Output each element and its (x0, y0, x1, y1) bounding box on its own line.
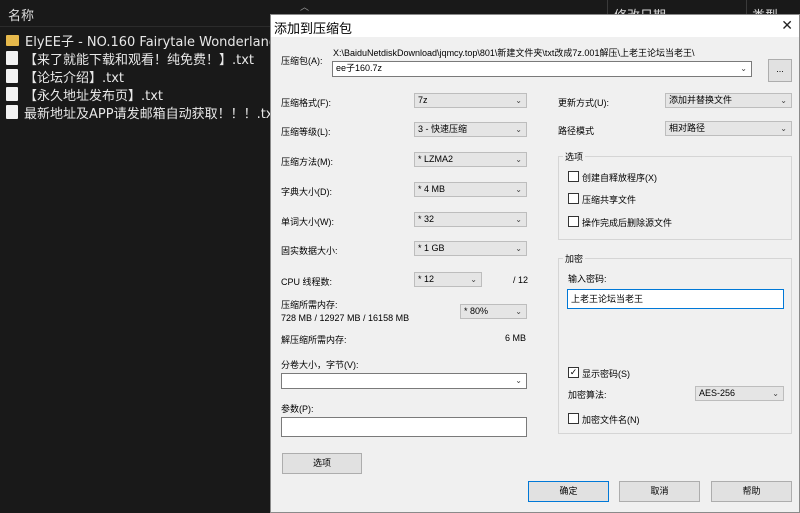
split-size-select[interactable]: ⌄ (281, 373, 527, 389)
dialog-titlebar[interactable]: 添加到压缩包 ✕ (271, 15, 799, 37)
update-value: 添加并替换文件 (669, 95, 733, 105)
shared-checkbox[interactable] (568, 193, 579, 204)
solid-select[interactable]: * 1 GB ⌄ (414, 241, 527, 256)
encrypt-names-checkbox[interactable] (568, 413, 579, 424)
close-icon[interactable]: ✕ (781, 17, 793, 34)
level-label: 压缩等级(L): (281, 127, 331, 137)
add-to-archive-dialog: 添加到压缩包 ✕ 压缩包(A): X:\BaiduNetdiskDownload… (270, 14, 800, 513)
password-input[interactable]: 上老王论坛当老王 (567, 289, 784, 309)
file-row[interactable]: 【永久地址发布页】.txt (6, 85, 164, 104)
browse-button[interactable]: ... (768, 59, 792, 82)
file-name: 最新地址及APP请发邮箱自动获取！！！.txt (24, 106, 279, 122)
sfx-checkbox-label: 创建自释放程序(X) (582, 173, 657, 183)
chevron-down-icon: ⌄ (780, 96, 787, 105)
chevron-down-icon: ⌄ (740, 64, 747, 73)
chevron-down-icon: ⌄ (515, 215, 522, 224)
mem-percent-value: * 80% (464, 306, 489, 316)
chevron-down-icon: ⌄ (515, 376, 522, 385)
mem-percent-select[interactable]: * 80% ⌄ (460, 304, 527, 319)
enc-method-select[interactable]: AES-256 ⌄ (695, 386, 784, 401)
show-password-checkbox[interactable]: ✓ (568, 367, 579, 378)
format-label: 压缩格式(F): (281, 98, 331, 108)
path-mode-label: 路径模式 (558, 126, 595, 136)
enc-method-value: AES-256 (699, 388, 736, 398)
archive-name-value: ee子160.7z (336, 63, 383, 73)
chevron-down-icon: ⌄ (772, 389, 779, 398)
dict-value: * 4 MB (418, 184, 446, 194)
params-input[interactable] (281, 417, 527, 437)
text-file-icon (6, 69, 18, 83)
threads-value: * 12 (418, 274, 435, 284)
mem-decomp-label: 解压缩所需内存: (281, 335, 347, 345)
enc-method-label: 加密算法: (568, 390, 607, 400)
solid-value: * 1 GB (418, 243, 445, 253)
word-label: 单词大小(W): (281, 217, 334, 227)
ok-button[interactable]: 确定 (528, 481, 609, 502)
folder-icon (6, 34, 19, 46)
mem-comp-label: 压缩所需内存: (281, 300, 338, 310)
solid-label: 固实数据大小: (281, 246, 338, 256)
word-value: * 32 (418, 214, 435, 224)
update-select[interactable]: 添加并替换文件 ⌄ (665, 93, 792, 108)
delete-after-checkbox-label: 操作完成后删除源文件 (582, 218, 673, 228)
delete-after-checkbox[interactable] (568, 216, 579, 227)
chevron-down-icon: ⌄ (515, 155, 522, 164)
level-select[interactable]: 3 - 快速压缩 ⌄ (414, 122, 527, 137)
dialog-title: 添加到压缩包 (274, 21, 353, 36)
column-header-name[interactable]: 名称 (8, 5, 34, 24)
options-button[interactable]: 选项 (282, 453, 362, 474)
path-mode-select[interactable]: 相对路径 ⌄ (665, 121, 792, 136)
archive-name-field[interactable]: ee子160.7z ⌄ (332, 61, 752, 77)
encrypt-names-label: 加密文件名(N) (582, 415, 640, 425)
mem-comp-value: 728 MB / 12927 MB / 16158 MB (281, 313, 410, 323)
options-group-title: 选项 (563, 150, 586, 163)
method-label: 压缩方法(M): (281, 157, 333, 167)
text-file-icon (6, 87, 18, 101)
method-value: * LZMA2 (418, 154, 454, 164)
chevron-down-icon: ⌄ (515, 185, 522, 194)
sfx-checkbox[interactable] (568, 171, 579, 182)
format-value: 7z (418, 95, 428, 105)
sort-chevron-icon: ︿ (300, 3, 310, 13)
chevron-down-icon: ⌄ (515, 96, 522, 105)
file-name: 【永久地址发布页】.txt (24, 88, 164, 104)
encryption-group-title: 加密 (563, 252, 586, 265)
file-row[interactable]: 【论坛介绍】.txt (6, 67, 125, 86)
file-row[interactable]: 最新地址及APP请发邮箱自动获取！！！.txt (6, 103, 279, 122)
chevron-down-icon: ⌄ (515, 125, 522, 134)
dict-label: 字典大小(D): (281, 187, 332, 197)
split-label: 分卷大小，字节(V): (281, 360, 359, 370)
chevron-down-icon: ⌄ (515, 244, 522, 253)
cancel-button[interactable]: 取消 (619, 481, 700, 502)
threads-select[interactable]: * 12 ⌄ (414, 272, 482, 287)
file-name: ElyEE子 - NO.160 Fairytale Wonderland 童 (25, 34, 295, 50)
method-select[interactable]: * LZMA2 ⌄ (414, 152, 527, 167)
chevron-down-icon: ⌄ (780, 124, 787, 133)
file-row[interactable]: ElyEE子 - NO.160 Fairytale Wonderland 童 (6, 31, 295, 50)
update-label: 更新方式(U): (558, 98, 609, 108)
dict-select[interactable]: * 4 MB ⌄ (414, 182, 527, 197)
params-label: 参数(P): (281, 404, 314, 414)
chevron-down-icon: ⌄ (470, 275, 477, 284)
path-mode-value: 相对路径 (669, 123, 706, 133)
file-row[interactable]: 【来了就能下载和观看！纯免费！】.txt (6, 49, 255, 68)
archive-path: X:\BaiduNetdiskDownload\jqmcy.top\801\新建… (333, 48, 695, 58)
text-file-icon (6, 51, 18, 65)
show-password-label: 显示密码(S) (582, 369, 630, 379)
word-select[interactable]: * 32 ⌄ (414, 212, 527, 227)
threads-total: / 12 (513, 275, 529, 285)
file-name: 【来了就能下载和观看！纯免费！】.txt (24, 52, 255, 68)
level-value: 3 - 快速压缩 (418, 124, 468, 134)
password-label: 输入密码: (568, 274, 607, 284)
text-file-icon (6, 105, 18, 119)
help-button[interactable]: 帮助 (711, 481, 792, 502)
mem-decomp-value: 6 MB (505, 333, 527, 343)
archive-label: 压缩包(A): (281, 56, 323, 66)
file-name: 【论坛介绍】.txt (24, 70, 125, 86)
threads-label: CPU 线程数: (281, 277, 333, 287)
shared-checkbox-label: 压缩共享文件 (582, 195, 637, 205)
chevron-down-icon: ⌄ (515, 307, 522, 316)
format-select[interactable]: 7z ⌄ (414, 93, 527, 108)
